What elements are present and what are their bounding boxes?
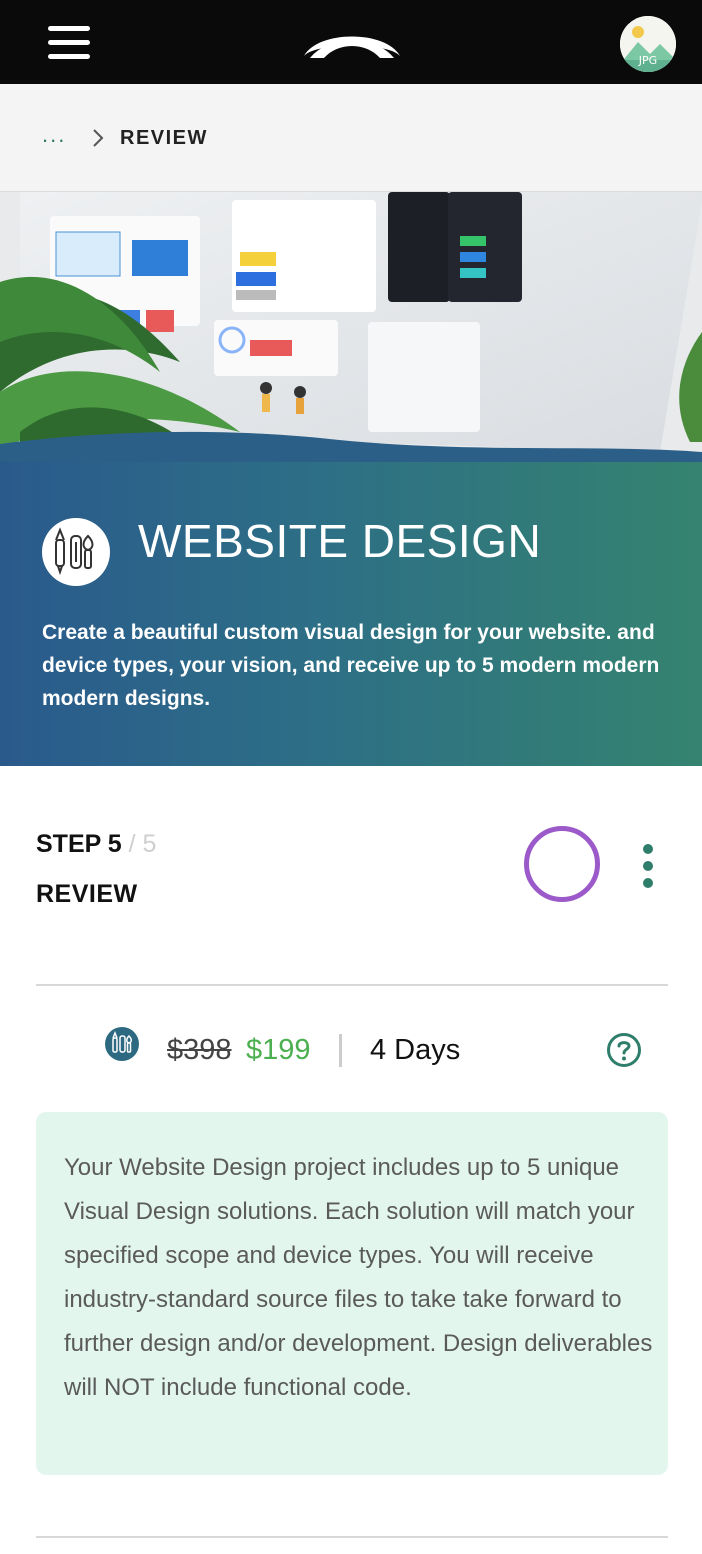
design-tools-icon — [42, 518, 110, 586]
delivery-duration: 4 Days — [370, 1034, 461, 1066]
help-icon[interactable] — [606, 1032, 642, 1068]
step-indicator: STEP 5 / 5 — [36, 830, 156, 859]
hero-description: Create a beautiful custom visual design … — [42, 621, 660, 710]
hero-illustration — [0, 192, 702, 462]
breadcrumb: ... REVIEW — [0, 84, 702, 192]
discounted-price: $199 — [246, 1034, 311, 1066]
divider — [36, 984, 668, 986]
brand-logo[interactable] — [300, 22, 404, 66]
hero-banner: WEBSITE DESIGN Create a beautiful custom… — [0, 192, 702, 766]
top-bar: JPG — [0, 0, 702, 84]
step-current: STEP 5 — [36, 830, 122, 858]
price-separator — [339, 1034, 342, 1067]
step-name: REVIEW — [36, 880, 138, 908]
avatar[interactable]: JPG — [620, 16, 676, 72]
avatar-label: JPG — [638, 54, 658, 67]
project-info-text: Your Website Design project includes up … — [64, 1154, 653, 1401]
original-price: $398 — [167, 1034, 232, 1066]
project-info-box: Your Website Design project includes up … — [36, 1112, 668, 1475]
breadcrumb-current: REVIEW — [120, 127, 208, 149]
progress-ring — [524, 826, 600, 902]
service-icon — [105, 1027, 139, 1061]
step-total: / 5 — [121, 830, 157, 858]
chevron-right-icon — [93, 129, 104, 147]
breadcrumb-ellipsis[interactable]: ... — [42, 122, 66, 148]
hero-title: WEBSITE DESIGN — [138, 515, 542, 567]
divider — [36, 1536, 668, 1538]
hamburger-icon[interactable] — [48, 26, 92, 60]
more-options-icon[interactable] — [640, 844, 656, 890]
